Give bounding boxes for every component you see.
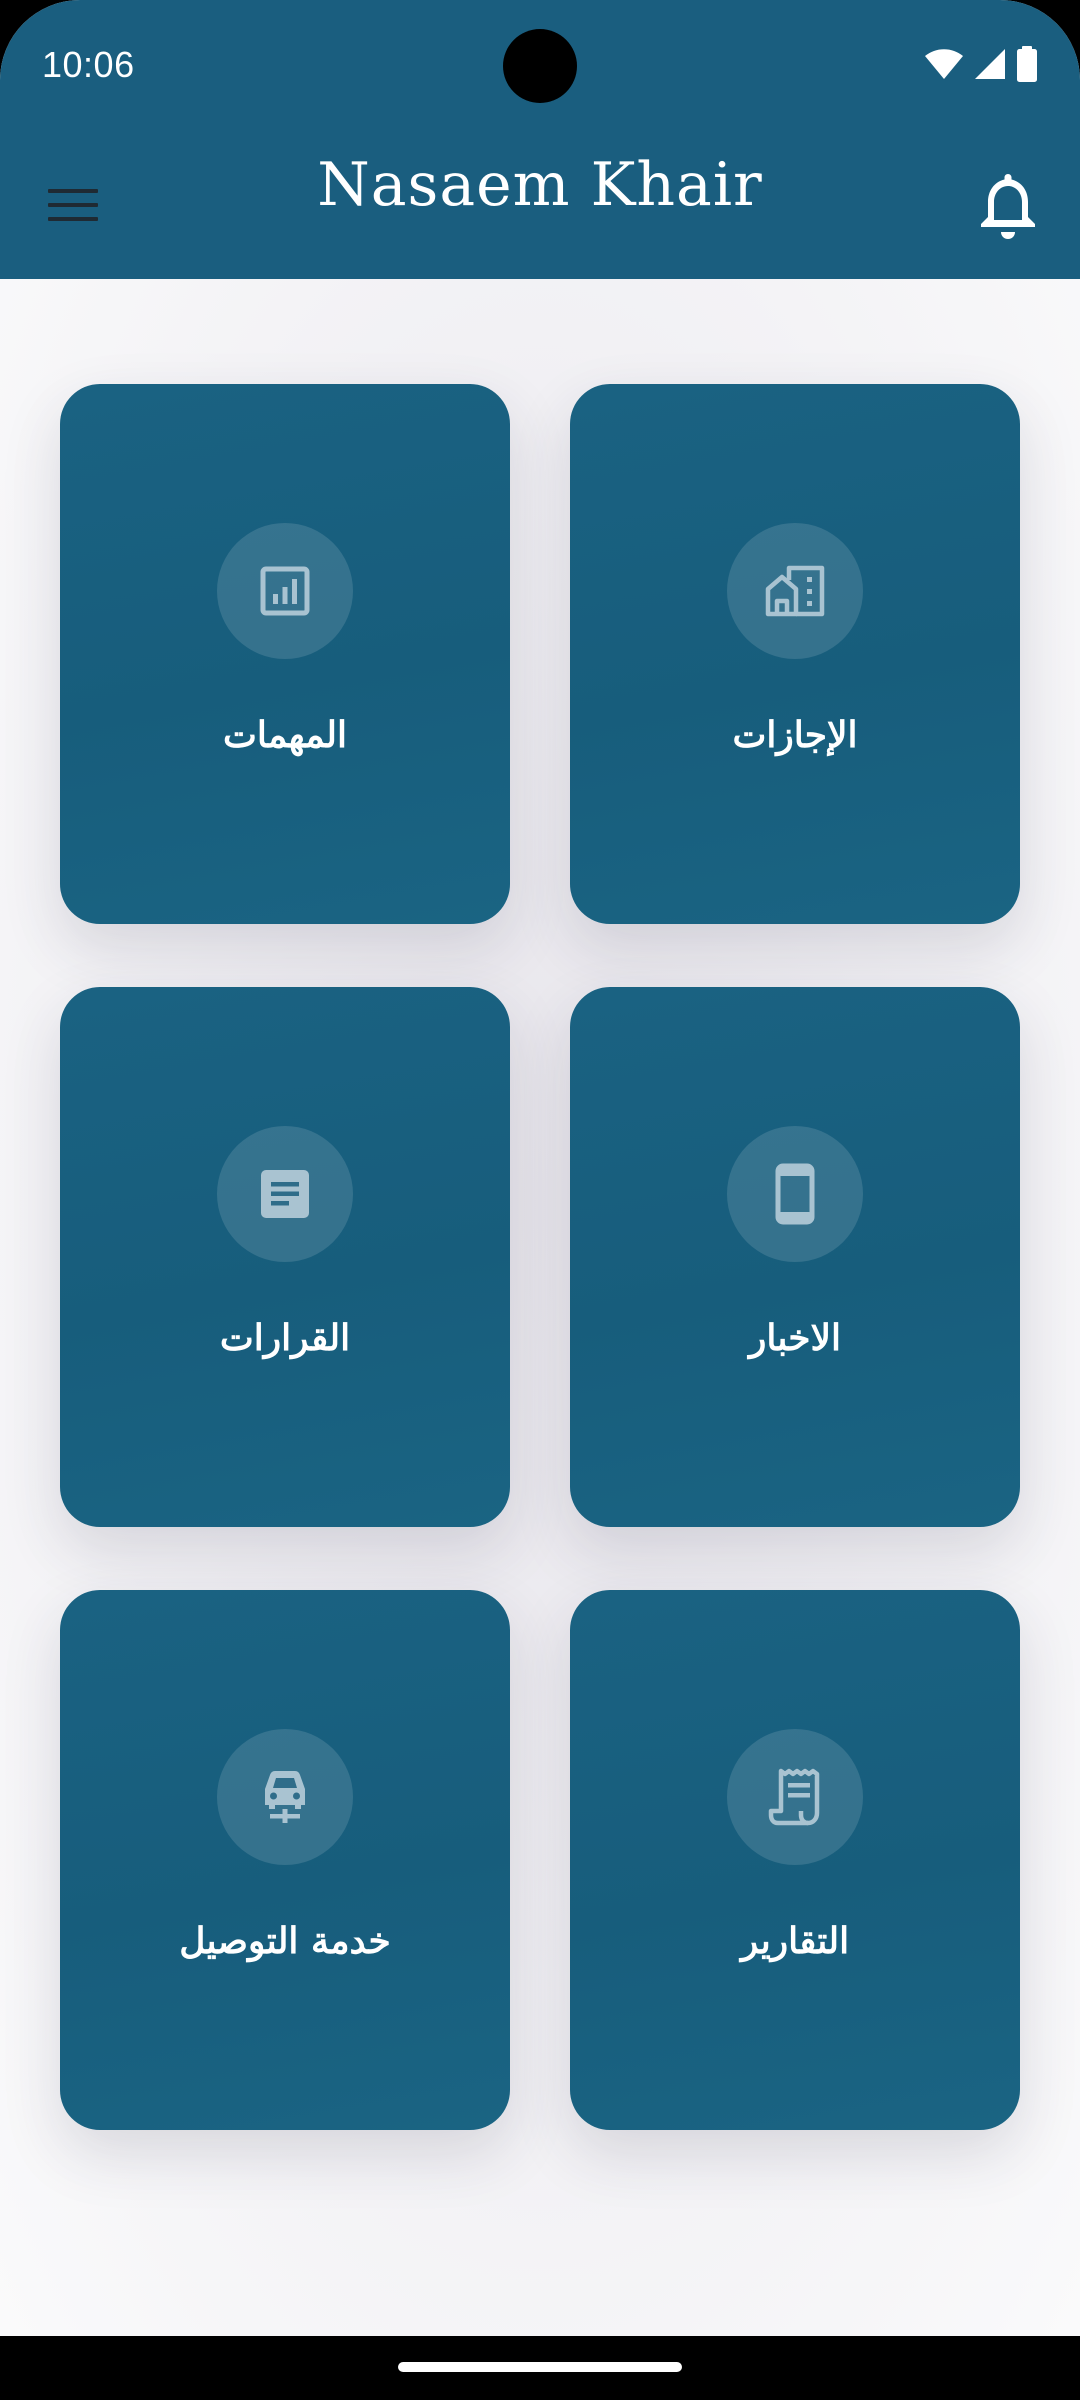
- tile-icon-circle: [217, 1729, 353, 1865]
- receipt-report-icon: [768, 1768, 820, 1826]
- tile-decisions[interactable]: القرارات: [60, 987, 510, 1527]
- article-document-icon: [261, 1170, 309, 1218]
- car-delivery-icon: [265, 1771, 305, 1823]
- tile-label: الإجازات: [732, 714, 858, 756]
- phone-display: 10:06 Nasaem Khair الإجازات المهمات الاخ…: [0, 0, 1080, 2336]
- tile-icon-circle: [727, 1729, 863, 1865]
- app-title: Nasaem Khair: [317, 150, 763, 220]
- tile-delivery-service[interactable]: خدمة التوصيل: [60, 1590, 510, 2130]
- bell-icon: [981, 174, 1035, 239]
- analytics-chart-icon: [260, 566, 310, 616]
- status-time: 10:06: [42, 44, 135, 85]
- camera-cutout: [503, 29, 577, 103]
- tile-label: الاخبار: [748, 1317, 841, 1359]
- wifi-icon: [925, 49, 963, 79]
- tile-icon-circle: [217, 523, 353, 659]
- tile-label: خدمة التوصيل: [179, 1920, 391, 1962]
- cellular-signal-icon: [975, 49, 1005, 79]
- home-gesture-handle[interactable]: [398, 2362, 682, 2372]
- phone-news-icon: [775, 1163, 815, 1225]
- tile-label: القرارات: [219, 1317, 351, 1359]
- status-icons: [924, 42, 1038, 86]
- dashboard-content: الإجازات المهمات الاخبار القرارات التقار…: [0, 279, 1080, 2336]
- tile-icon-circle: [727, 1126, 863, 1262]
- tile-reports[interactable]: التقارير: [570, 1590, 1020, 2130]
- tile-label: التقارير: [740, 1920, 850, 1962]
- home-building-icon: [765, 565, 825, 617]
- tile-leaves[interactable]: الإجازات: [570, 384, 1020, 924]
- battery-icon: [1017, 46, 1037, 82]
- app-screen: 10:06 Nasaem Khair الإجازات المهمات الاخ…: [0, 0, 1080, 2400]
- tile-news[interactable]: الاخبار: [570, 987, 1020, 1527]
- tile-label: المهمات: [222, 714, 348, 756]
- tile-icon-circle: [727, 523, 863, 659]
- top-app-bar: 10:06 Nasaem Khair: [0, 0, 1080, 279]
- notifications-button[interactable]: [970, 168, 1046, 244]
- tile-tasks[interactable]: المهمات: [60, 384, 510, 924]
- tile-icon-circle: [217, 1126, 353, 1262]
